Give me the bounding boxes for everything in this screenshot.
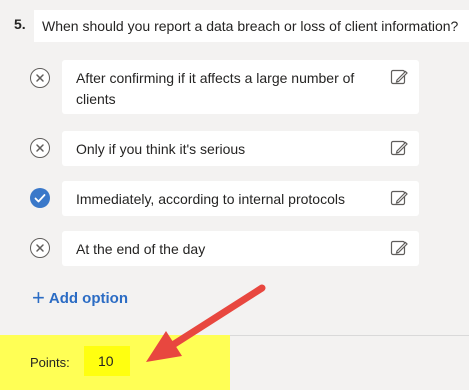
edit-feedback-icon[interactable] bbox=[389, 188, 409, 208]
question-text: When should you report a data breach or … bbox=[42, 18, 459, 34]
option-text-field[interactable]: At the end of the day bbox=[62, 231, 419, 266]
option-label: Immediately, according to internal proto… bbox=[76, 191, 345, 207]
x-circle-icon[interactable] bbox=[30, 238, 50, 258]
option-label: Only if you think it's serious bbox=[76, 141, 246, 157]
question-number: 5. bbox=[14, 16, 26, 32]
x-circle-icon[interactable] bbox=[30, 138, 50, 158]
option-label: At the end of the day bbox=[76, 241, 206, 257]
option-label: After confirming if it affects a large n… bbox=[76, 70, 355, 107]
edit-feedback-icon[interactable] bbox=[389, 67, 409, 87]
check-circle-icon[interactable] bbox=[30, 188, 50, 208]
add-option-label: Add option bbox=[48, 289, 128, 307]
option-text-field[interactable]: After confirming if it affects a large n… bbox=[62, 60, 419, 114]
points-input[interactable]: 10 bbox=[84, 346, 130, 376]
add-option-button[interactable]: + Add option bbox=[32, 285, 128, 310]
option-text-field[interactable]: Immediately, according to internal proto… bbox=[62, 181, 419, 216]
edit-feedback-icon[interactable] bbox=[389, 138, 409, 158]
edit-feedback-icon[interactable] bbox=[389, 238, 409, 258]
option-text-field[interactable]: Only if you think it's serious bbox=[62, 131, 419, 166]
question-text-field[interactable]: When should you report a data breach or … bbox=[34, 10, 469, 42]
points-label: Points: bbox=[30, 355, 70, 370]
plus-icon: + bbox=[32, 285, 45, 310]
x-circle-icon[interactable] bbox=[30, 68, 50, 88]
